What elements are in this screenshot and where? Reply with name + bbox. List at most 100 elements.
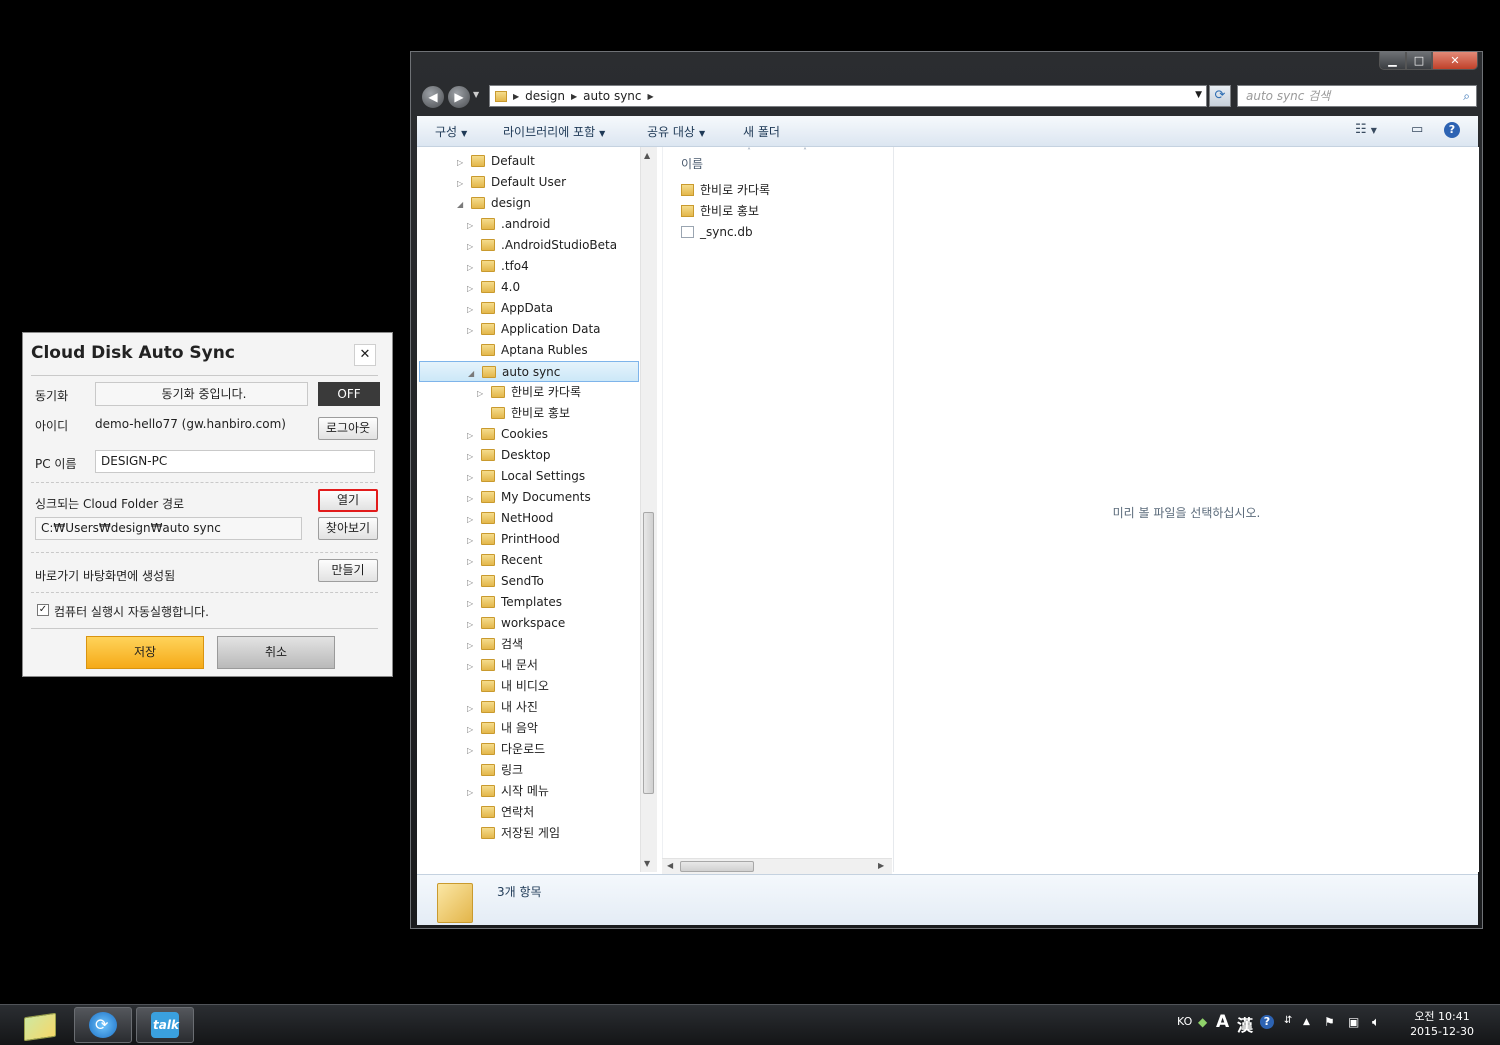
tree-item[interactable]: ▷ 다운로드 — [467, 739, 545, 760]
preview-pane-icon[interactable]: ▭ — [1411, 122, 1423, 137]
expand-arrow-icon[interactable]: ▷ — [467, 614, 477, 635]
expand-arrow-icon[interactable]: ▷ — [467, 551, 477, 572]
expand-arrow-icon[interactable]: ▷ — [467, 509, 477, 530]
tree-item[interactable]: 내 비디오 — [467, 676, 549, 697]
tree-item[interactable]: 링크 — [467, 760, 523, 781]
expand-arrow-icon[interactable]: ▷ — [457, 152, 467, 173]
tree-item[interactable]: 저장된 게임 — [467, 823, 560, 840]
expand-arrow-icon[interactable]: ▷ — [477, 383, 487, 404]
expand-arrow-icon[interactable]: ▷ — [467, 656, 477, 677]
clock[interactable]: 오전 10:41 2015-12-30 — [1410, 1009, 1474, 1039]
tree-item[interactable]: ▷ My Documents — [467, 487, 591, 508]
back-button[interactable]: ◀ — [421, 85, 445, 109]
help-icon[interactable]: ? — [1260, 1015, 1274, 1029]
tree-scrollbar[interactable]: ▲ ▼ — [640, 147, 657, 872]
tree-item[interactable]: ▷ .tfo4 — [467, 256, 529, 277]
tree-item[interactable]: ▷ Recent — [467, 550, 542, 571]
scroll-down-icon[interactable]: ▼ — [644, 859, 650, 868]
expand-arrow-icon[interactable]: ▷ — [467, 488, 477, 509]
expand-arrow-icon[interactable]: ▷ — [467, 719, 477, 740]
address-bar[interactable]: ▶ design ▶ auto sync ▶ ▼ — [489, 85, 1207, 107]
autorun-checkbox[interactable]: ✓ — [37, 604, 49, 616]
ime-options-icon[interactable]: ⇵ — [1284, 1015, 1292, 1026]
tree-item[interactable]: ▷ 내 사진 — [467, 697, 538, 718]
expand-arrow-icon[interactable]: ▷ — [457, 173, 467, 194]
collapse-arrow-icon[interactable]: ◢ — [468, 363, 478, 384]
tree-item[interactable]: ▷ NetHood — [467, 508, 553, 529]
file-item[interactable]: _sync.db — [681, 222, 753, 243]
off-button[interactable]: OFF — [318, 382, 380, 406]
tree-item[interactable]: ▷ Default — [457, 151, 535, 172]
minimize-button[interactable]: ▁ — [1379, 52, 1406, 70]
organize-menu[interactable]: 구성 ▼ — [435, 123, 467, 140]
expand-arrow-icon[interactable]: ▷ — [467, 572, 477, 593]
expand-arrow-icon[interactable]: ▷ — [467, 320, 477, 341]
explorer-pinned-icon[interactable] — [22, 1011, 58, 1042]
tree-item[interactable]: ▷ 한비로 카다록 — [477, 382, 581, 403]
new-folder-button[interactable]: 새 폴더 — [743, 123, 780, 140]
refresh-button[interactable]: ⟳ — [1209, 85, 1231, 107]
talk-taskbar-button[interactable]: talk — [136, 1007, 194, 1043]
cancel-button[interactable]: 취소 — [217, 636, 335, 669]
network-icon[interactable]: ▣ — [1348, 1015, 1359, 1029]
breadcrumb-auto-sync[interactable]: auto sync — [583, 89, 641, 103]
tree-item[interactable]: ◢ auto sync — [419, 361, 639, 382]
language-indicator[interactable]: KO — [1177, 1015, 1192, 1028]
expand-arrow-icon[interactable]: ▷ — [467, 740, 477, 761]
create-shortcut-button[interactable]: 만들기 — [318, 559, 378, 582]
expand-arrow-icon[interactable]: ▷ — [467, 782, 477, 803]
ime-alpha[interactable]: A — [1216, 1012, 1229, 1032]
tree-item[interactable]: 한비로 홍보 — [477, 403, 570, 424]
expand-arrow-icon[interactable]: ▷ — [467, 698, 477, 719]
help-icon[interactable]: ? — [1444, 122, 1460, 138]
column-header-name[interactable]: 이름 — [681, 155, 703, 172]
file-list-scroll-thumb[interactable] — [680, 861, 754, 872]
address-dropdown-icon[interactable]: ▼ — [1195, 90, 1202, 100]
tree-item[interactable]: ▷ 4.0 — [467, 277, 520, 298]
expand-arrow-icon[interactable]: ▷ — [467, 278, 477, 299]
tree-item[interactable]: ▷ Application Data — [467, 319, 601, 340]
share-menu[interactable]: 공유 대상 ▼ — [647, 123, 705, 140]
save-button[interactable]: 저장 — [86, 636, 204, 669]
expand-arrow-icon[interactable]: ▷ — [467, 257, 477, 278]
ime-hanja[interactable]: 漢 — [1237, 1012, 1253, 1036]
logout-button[interactable]: 로그아웃 — [318, 417, 378, 440]
search-icon[interactable]: ⌕ — [1463, 86, 1470, 106]
scroll-up-icon[interactable]: ▲ — [644, 151, 650, 160]
tree-item[interactable]: ▷ 내 문서 — [467, 655, 538, 676]
search-input[interactable]: auto sync 검색 ⌕ — [1237, 85, 1477, 107]
cloud-sync-taskbar-button[interactable]: ⟳ — [74, 1007, 132, 1043]
recent-pages-icon[interactable]: ▼ — [473, 90, 479, 99]
expand-arrow-icon[interactable]: ▷ — [467, 215, 477, 236]
tree-item[interactable]: ▷ 검색 — [467, 634, 523, 655]
open-button[interactable]: 열기 — [318, 489, 378, 512]
scroll-left-icon[interactable]: ◀ — [667, 861, 673, 870]
tree-item[interactable]: ▷ Default User — [457, 172, 566, 193]
tree-item[interactable]: ▷ workspace — [467, 613, 565, 634]
tree-item[interactable]: ▷ 시작 메뉴 — [467, 781, 549, 802]
tree-item[interactable]: ▷ Local Settings — [467, 466, 585, 487]
action-center-flag-icon[interactable]: ⚑ — [1324, 1015, 1335, 1029]
tree-item[interactable]: ▷ Cookies — [467, 424, 548, 445]
browse-button[interactable]: 찾아보기 — [318, 517, 378, 540]
include-library-menu[interactable]: 라이브러리에 포함 ▼ — [503, 123, 605, 140]
maximize-button[interactable]: □ — [1406, 52, 1432, 70]
tree-scroll-thumb[interactable] — [643, 512, 654, 794]
ime-icon[interactable]: ◆ — [1198, 1015, 1207, 1029]
expand-arrow-icon[interactable]: ▷ — [467, 593, 477, 614]
tree-item[interactable]: ▷ Templates — [467, 592, 562, 613]
collapse-arrow-icon[interactable]: ◢ — [457, 194, 467, 215]
tree-item[interactable]: ◢ design — [457, 193, 531, 214]
breadcrumb-separator-icon[interactable]: ▶ — [648, 92, 654, 101]
file-item[interactable]: 한비로 홍보 — [681, 201, 759, 222]
close-button[interactable]: ✕ — [1432, 52, 1478, 70]
tree-item[interactable]: ▷ AppData — [467, 298, 553, 319]
tree-item[interactable]: ▷ Desktop — [467, 445, 551, 466]
expand-arrow-icon[interactable]: ▷ — [467, 425, 477, 446]
close-icon[interactable]: ✕ — [354, 344, 376, 366]
tree-item[interactable]: ▷ PrintHood — [467, 529, 560, 550]
expand-arrow-icon[interactable]: ▷ — [467, 467, 477, 488]
tree-item[interactable]: Aptana Rubles — [467, 340, 588, 361]
pc-name-field[interactable]: DESIGN-PC — [95, 450, 375, 473]
expand-arrow-icon[interactable]: ▷ — [467, 635, 477, 656]
